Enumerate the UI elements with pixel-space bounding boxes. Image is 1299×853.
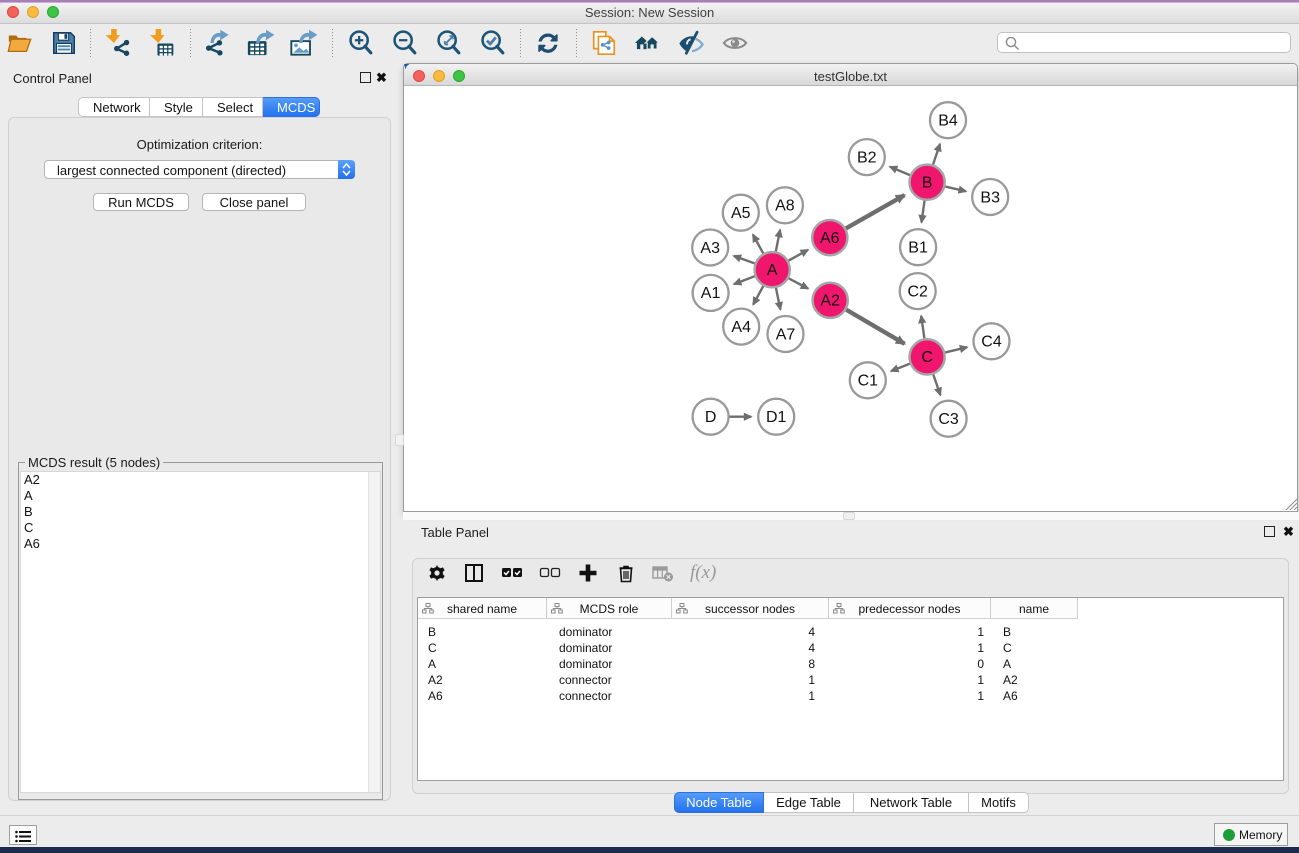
svg-text:A1: A1 — [701, 285, 721, 302]
svg-text:A: A — [767, 262, 778, 279]
svg-text:C3: C3 — [938, 411, 959, 428]
svg-text:D: D — [705, 409, 717, 426]
svg-text:B: B — [922, 175, 933, 192]
svg-text:A8: A8 — [775, 198, 795, 215]
svg-text:B3: B3 — [980, 189, 1000, 206]
svg-text:A6: A6 — [820, 230, 840, 247]
svg-text:A2: A2 — [820, 293, 840, 310]
svg-text:A7: A7 — [776, 326, 796, 343]
svg-text:A4: A4 — [731, 319, 751, 336]
svg-text:C1: C1 — [858, 373, 879, 390]
svg-text:D1: D1 — [766, 409, 787, 426]
svg-text:C4: C4 — [981, 334, 1002, 351]
svg-text:C: C — [921, 349, 933, 366]
svg-text:B2: B2 — [857, 149, 877, 166]
svg-text:B1: B1 — [908, 240, 928, 257]
svg-text:B4: B4 — [938, 113, 958, 130]
svg-text:C2: C2 — [907, 283, 928, 300]
svg-text:A3: A3 — [700, 240, 720, 257]
svg-text:A5: A5 — [731, 205, 751, 222]
